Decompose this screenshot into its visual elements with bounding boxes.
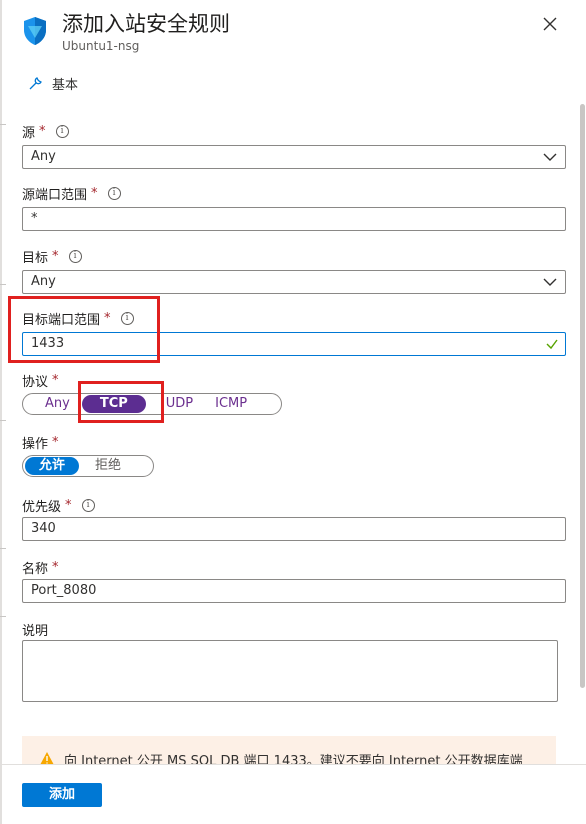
source-label: 源 * i bbox=[22, 122, 69, 141]
protocol-toggle: Any TCP UDP ICMP bbox=[22, 393, 282, 415]
name-input[interactable]: Port_8080 bbox=[22, 579, 566, 603]
protocol-label: 协议 * bbox=[22, 373, 59, 390]
edge-tick bbox=[0, 548, 6, 549]
destination-select[interactable]: Any bbox=[22, 270, 566, 294]
description-textarea[interactable] bbox=[22, 640, 558, 702]
page-title: 添加入站安全规则 bbox=[62, 12, 230, 36]
chevron-down-icon bbox=[543, 278, 557, 286]
info-icon[interactable]: i bbox=[107, 187, 121, 200]
warning-icon bbox=[40, 752, 54, 764]
action-allow[interactable]: 允许 bbox=[25, 457, 80, 475]
section-basic[interactable]: 基本 bbox=[28, 72, 78, 94]
source-select[interactable]: Any bbox=[22, 145, 566, 169]
protocol-udp[interactable]: UDP bbox=[146, 395, 205, 413]
checkmark-icon bbox=[546, 339, 558, 350]
shield-icon bbox=[24, 17, 46, 45]
action-deny[interactable]: 拒绝 bbox=[79, 457, 137, 475]
name-label: 名称 * bbox=[22, 560, 59, 577]
panel-header: 添加入站安全规则 Ubuntu1-nsg bbox=[22, 6, 586, 56]
info-icon[interactable]: i bbox=[120, 312, 134, 325]
source-port-input[interactable]: * bbox=[22, 207, 566, 231]
source-port-label: 源端口范围 * i bbox=[22, 184, 121, 203]
dest-port-label: 目标端口范围 * i bbox=[22, 309, 134, 328]
edge-tick bbox=[0, 420, 6, 421]
wrench-icon bbox=[29, 77, 42, 90]
edge-tick bbox=[0, 616, 6, 617]
footer-divider bbox=[2, 764, 586, 765]
protocol-any[interactable]: Any bbox=[25, 395, 82, 413]
description-label: 说明 bbox=[22, 624, 49, 639]
page-subtitle: Ubuntu1-nsg bbox=[62, 39, 140, 53]
protocol-tcp[interactable]: TCP bbox=[81, 395, 146, 413]
action-label: 操作 * bbox=[22, 435, 59, 452]
action-toggle: 允许 拒绝 bbox=[22, 455, 154, 477]
chevron-down-icon bbox=[543, 153, 557, 161]
info-icon[interactable]: i bbox=[81, 499, 95, 512]
priority-input[interactable]: 340 bbox=[22, 517, 566, 541]
scrollbar-thumb[interactable] bbox=[580, 104, 585, 688]
dest-port-input[interactable]: 1433 bbox=[22, 332, 566, 356]
add-button[interactable]: 添加 bbox=[22, 783, 102, 807]
protocol-icmp[interactable]: ICMP bbox=[205, 395, 257, 413]
info-icon[interactable]: i bbox=[55, 125, 69, 138]
priority-label: 优先级 * i bbox=[22, 496, 95, 515]
info-icon[interactable]: i bbox=[68, 250, 82, 263]
destination-label: 目标 * i bbox=[22, 247, 82, 266]
close-icon[interactable] bbox=[542, 16, 558, 32]
edge-tick bbox=[0, 124, 6, 125]
warning-banner: 向 Internet 公开 MS SQL DB 端口 1433。建议不要向 In… bbox=[22, 736, 556, 764]
section-label: 基本 bbox=[52, 77, 79, 93]
warning-text: 向 Internet 公开 MS SQL DB 端口 1433。建议不要向 In… bbox=[64, 754, 523, 764]
edge-tick bbox=[0, 284, 6, 285]
